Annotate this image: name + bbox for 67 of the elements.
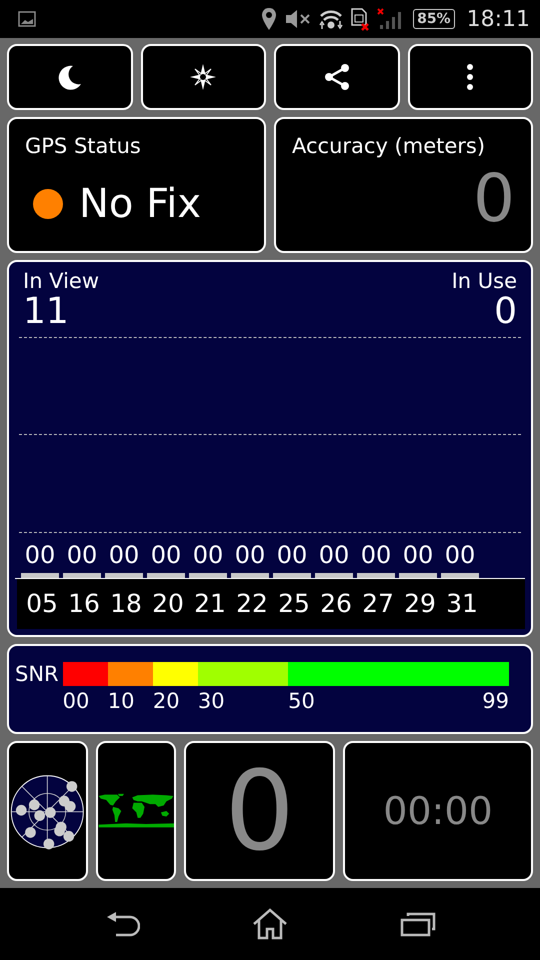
- satellite-prn: 21: [193, 588, 227, 620]
- home-icon[interactable]: [252, 908, 288, 940]
- snr-value: 00: [234, 540, 266, 571]
- scale-label: 50: [288, 688, 315, 715]
- signal-bar: [147, 573, 185, 578]
- location-icon: [261, 7, 278, 31]
- satellite-prn: 29: [403, 588, 437, 620]
- satellite-prn: 05: [25, 588, 59, 620]
- signal-bar: [273, 573, 311, 578]
- signal-bar: [63, 573, 101, 578]
- gps-status-label: GPS Status: [25, 135, 142, 158]
- signal-icon: [377, 8, 402, 30]
- snr-value: 00: [192, 540, 224, 571]
- share-button[interactable]: [274, 44, 400, 110]
- signal-bar: [315, 573, 353, 578]
- recent-apps-icon[interactable]: [400, 911, 436, 937]
- satellite-prn: 26: [319, 588, 353, 620]
- snr-label: SNR: [15, 662, 59, 686]
- scale-label: 10: [108, 688, 134, 715]
- in-view-count: 11: [23, 293, 70, 331]
- sim-icon: [351, 7, 370, 31]
- more-button[interactable]: [408, 44, 533, 110]
- satellite-prn: 25: [277, 588, 311, 620]
- signal-bar: [105, 573, 143, 578]
- accuracy-value: 0: [472, 166, 515, 232]
- snr-value: 00: [360, 540, 392, 571]
- in-use-count: 0: [494, 293, 517, 331]
- satellite-prn: 18: [109, 588, 143, 620]
- more-icon: [467, 64, 474, 90]
- mute-icon: [285, 8, 312, 30]
- fix-status: No Fix: [79, 180, 201, 230]
- battery-indicator: 85%: [413, 9, 455, 29]
- signal-bar: [357, 573, 395, 578]
- night-mode-button[interactable]: [7, 44, 132, 110]
- scale-label: 99: [482, 688, 510, 715]
- sky-plot-tile[interactable]: [7, 741, 88, 881]
- satellite-prn: 20: [151, 588, 185, 620]
- compass-button[interactable]: [140, 44, 266, 110]
- satellite-count-tile: 0: [184, 741, 335, 881]
- scale-label: 30: [198, 688, 225, 715]
- snr-value: 00: [276, 540, 308, 571]
- in-view-label: In View: [23, 270, 100, 294]
- timer-tile: 00:00: [342, 741, 534, 881]
- clock-time: 18:11: [466, 6, 530, 34]
- satellite-prn: 22: [235, 588, 269, 620]
- picture-icon: [18, 11, 36, 27]
- snr-value: 00: [402, 540, 434, 571]
- accuracy-label: Accuracy (meters): [292, 135, 486, 158]
- world-map-tile[interactable]: [96, 741, 176, 881]
- snr-value: 00: [66, 540, 98, 571]
- snr-value: 00: [444, 540, 476, 571]
- satellite-prn: 16: [67, 588, 101, 620]
- satellite-prn: 27: [361, 588, 395, 620]
- scale-label: 00: [62, 688, 90, 715]
- snr-value: 00: [150, 540, 182, 571]
- snr-value: 00: [108, 540, 140, 571]
- signal-bar: [441, 573, 479, 578]
- wifi-icon: [319, 8, 344, 30]
- satellite-prn: 31: [445, 588, 479, 620]
- signal-bar: [189, 573, 227, 578]
- snr-value: 00: [318, 540, 350, 571]
- signal-bar: [21, 573, 59, 578]
- in-use-label: In Use: [452, 270, 517, 294]
- snr-value: 00: [24, 540, 56, 571]
- signal-bar: [231, 573, 269, 578]
- scale-label: 20: [152, 688, 180, 715]
- signal-bar: [399, 573, 437, 578]
